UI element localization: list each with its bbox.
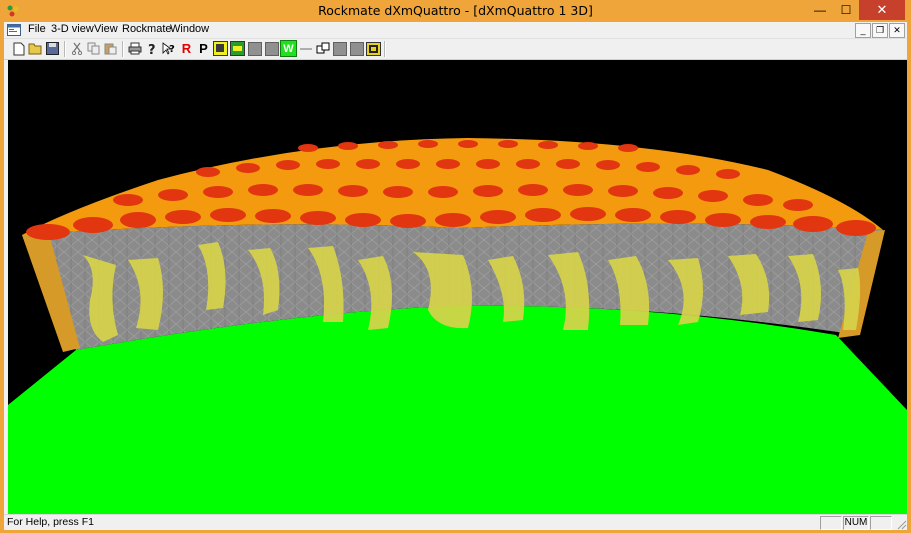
3d-viewport[interactable] bbox=[8, 60, 907, 514]
svg-text:?: ? bbox=[148, 43, 156, 56]
status-panel-num: NUM bbox=[843, 516, 869, 530]
minimize-button[interactable]: — bbox=[807, 0, 833, 20]
menu-3d-view[interactable]: 3-D view bbox=[51, 23, 94, 35]
menu-view[interactable]: View bbox=[94, 23, 118, 35]
menu-rockmate[interactable]: Rockmate bbox=[122, 23, 172, 35]
mdi-close-button[interactable]: ✕ bbox=[889, 23, 905, 38]
svg-text:?: ? bbox=[169, 44, 175, 55]
toolbar: ? ? R P W bbox=[4, 39, 907, 60]
maximize-button[interactable]: ☐ bbox=[833, 0, 859, 20]
view-icon-1[interactable] bbox=[212, 40, 229, 57]
print-icon[interactable] bbox=[126, 40, 143, 57]
about-icon[interactable]: ? bbox=[143, 40, 160, 57]
cut-icon[interactable] bbox=[68, 40, 85, 57]
copy-icon[interactable] bbox=[85, 40, 102, 57]
status-panel-caps bbox=[820, 516, 842, 530]
gallery-icon[interactable] bbox=[365, 40, 382, 57]
p-button[interactable]: P bbox=[195, 40, 212, 57]
r-button[interactable]: R bbox=[178, 40, 195, 57]
menu-file[interactable]: File bbox=[28, 23, 46, 35]
w-button[interactable]: W bbox=[280, 40, 297, 57]
paste-icon[interactable] bbox=[102, 40, 119, 57]
gray-button-2[interactable] bbox=[263, 40, 280, 57]
window-title: Rockmate dXmQuattro - [dXmQuattro 1 3D] bbox=[318, 3, 593, 18]
status-panel-scrl bbox=[870, 516, 892, 530]
rock-model-render bbox=[8, 138, 907, 514]
view-icon-2[interactable] bbox=[229, 40, 246, 57]
title-bar[interactable]: Rockmate dXmQuattro - [dXmQuattro 1 3D] … bbox=[0, 0, 911, 22]
status-bar: For Help, press F1 NUM bbox=[4, 514, 907, 530]
windows-icon[interactable] bbox=[314, 40, 331, 57]
context-help-icon[interactable]: ? bbox=[160, 40, 177, 57]
close-button[interactable]: ✕ bbox=[859, 0, 905, 20]
gray-button-4[interactable] bbox=[348, 40, 365, 57]
document-icon[interactable] bbox=[7, 24, 21, 36]
new-icon[interactable] bbox=[10, 40, 27, 57]
menu-bar: File 3-D view View Rockmate Window _ ❐ ✕ bbox=[4, 22, 907, 39]
menu-window[interactable]: Window bbox=[170, 23, 209, 35]
status-help-text: For Help, press F1 bbox=[7, 516, 94, 528]
gray-button-3[interactable] bbox=[331, 40, 348, 57]
client-area: File 3-D view View Rockmate Window _ ❐ ✕ bbox=[4, 22, 907, 530]
line-icon[interactable] bbox=[297, 40, 314, 57]
open-icon[interactable] bbox=[27, 40, 44, 57]
save-icon[interactable] bbox=[44, 40, 61, 57]
gray-button-1[interactable] bbox=[246, 40, 263, 57]
mdi-minimize-button[interactable]: _ bbox=[855, 23, 871, 38]
application-window: Rockmate dXmQuattro - [dXmQuattro 1 3D] … bbox=[0, 0, 911, 533]
resize-grip-icon[interactable] bbox=[895, 518, 907, 530]
mdi-restore-button[interactable]: ❐ bbox=[872, 23, 888, 38]
